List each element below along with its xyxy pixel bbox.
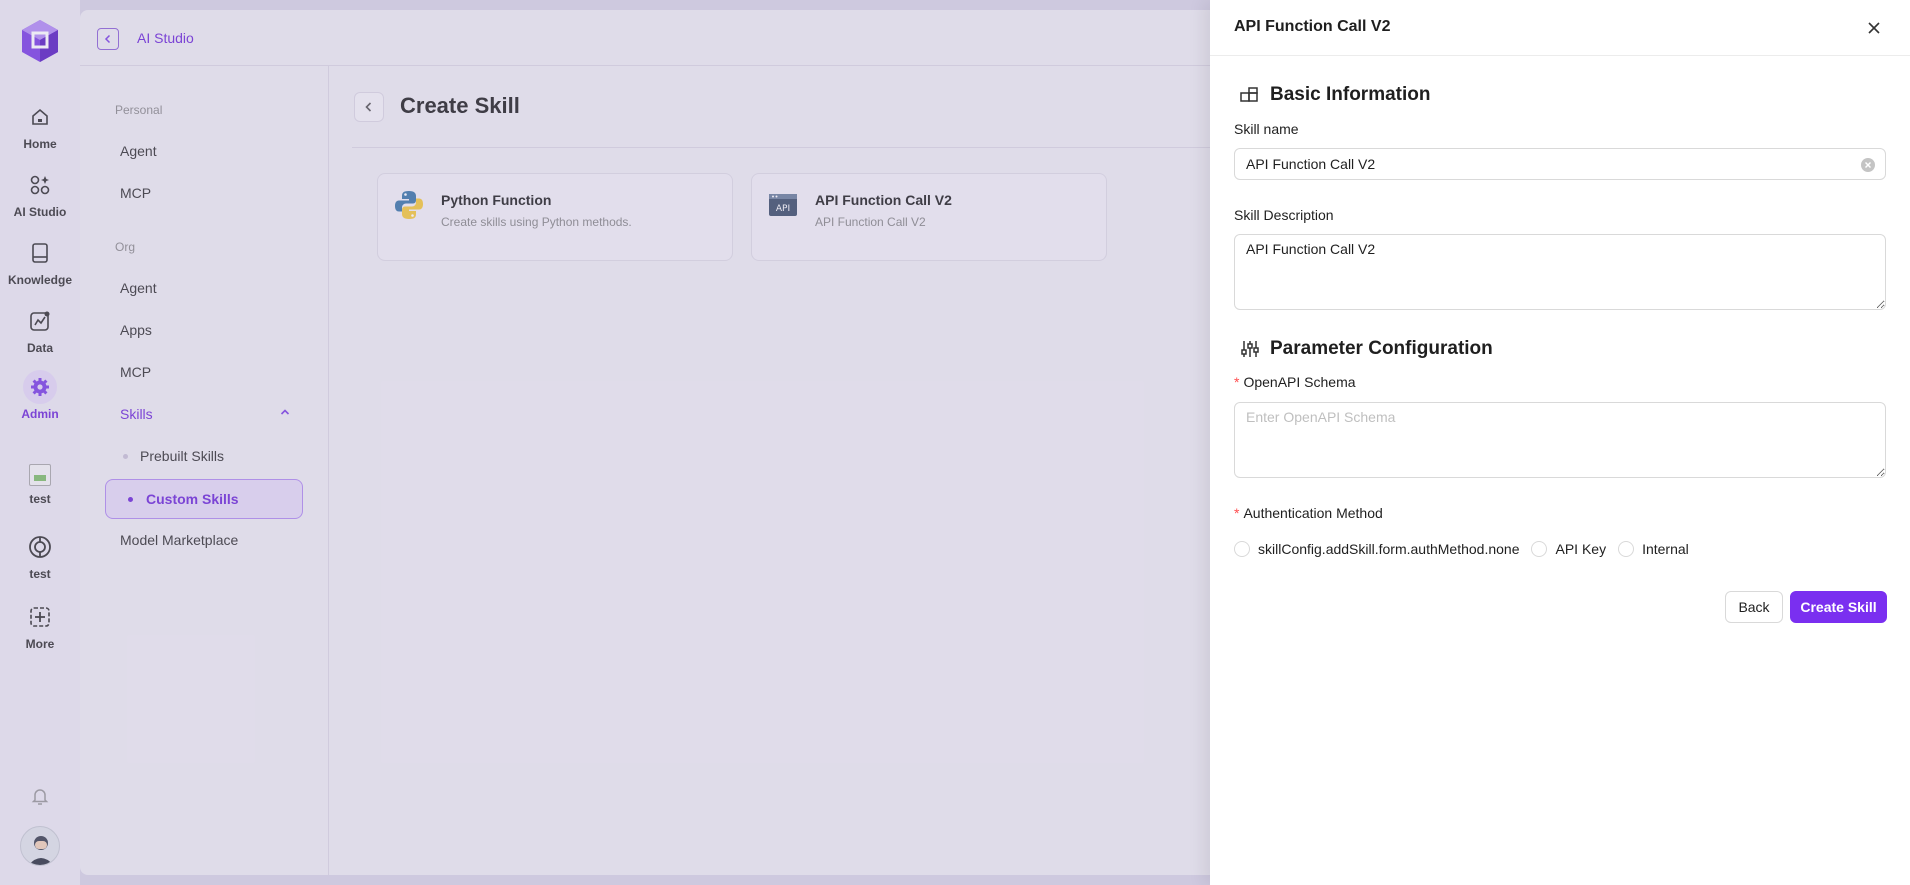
back-button[interactable]: Back	[1725, 591, 1783, 623]
auth-method-radio-group: skillConfig.addSkill.form.authMethod.non…	[1234, 541, 1701, 557]
drawer-title: API Function Call V2	[1234, 18, 1391, 35]
skill-drawer: API Function Call V2 Basic Information S…	[1210, 0, 1910, 885]
required-mark: *	[1234, 374, 1240, 390]
param-config-heading: Parameter Configuration	[1240, 338, 1493, 360]
skill-desc-label: Skill Description	[1234, 207, 1334, 223]
skill-desc-textarea[interactable]: API Function Call V2	[1234, 234, 1886, 310]
drawer-header: API Function Call V2	[1210, 0, 1910, 56]
radio-auth-api-key[interactable]: API Key	[1531, 541, 1606, 557]
create-skill-button[interactable]: Create Skill	[1790, 591, 1887, 623]
openapi-schema-textarea[interactable]	[1234, 402, 1886, 478]
schema-label: * OpenAPI Schema	[1234, 374, 1356, 390]
radio-auth-internal[interactable]: Internal	[1618, 541, 1689, 557]
radio-auth-none[interactable]: skillConfig.addSkill.form.authMethod.non…	[1234, 541, 1519, 557]
skill-name-input[interactable]	[1234, 148, 1886, 180]
close-button[interactable]	[1864, 18, 1884, 38]
blocks-icon	[1240, 85, 1260, 105]
sliders-icon	[1240, 339, 1260, 359]
skill-name-label: Skill name	[1234, 121, 1299, 137]
modal-overlay[interactable]	[0, 0, 1210, 885]
basic-info-heading: Basic Information	[1240, 84, 1430, 106]
auth-method-label: * Authentication Method	[1234, 505, 1383, 521]
close-icon	[1868, 22, 1880, 34]
required-mark: *	[1234, 505, 1240, 521]
clear-icon[interactable]	[1861, 158, 1875, 172]
